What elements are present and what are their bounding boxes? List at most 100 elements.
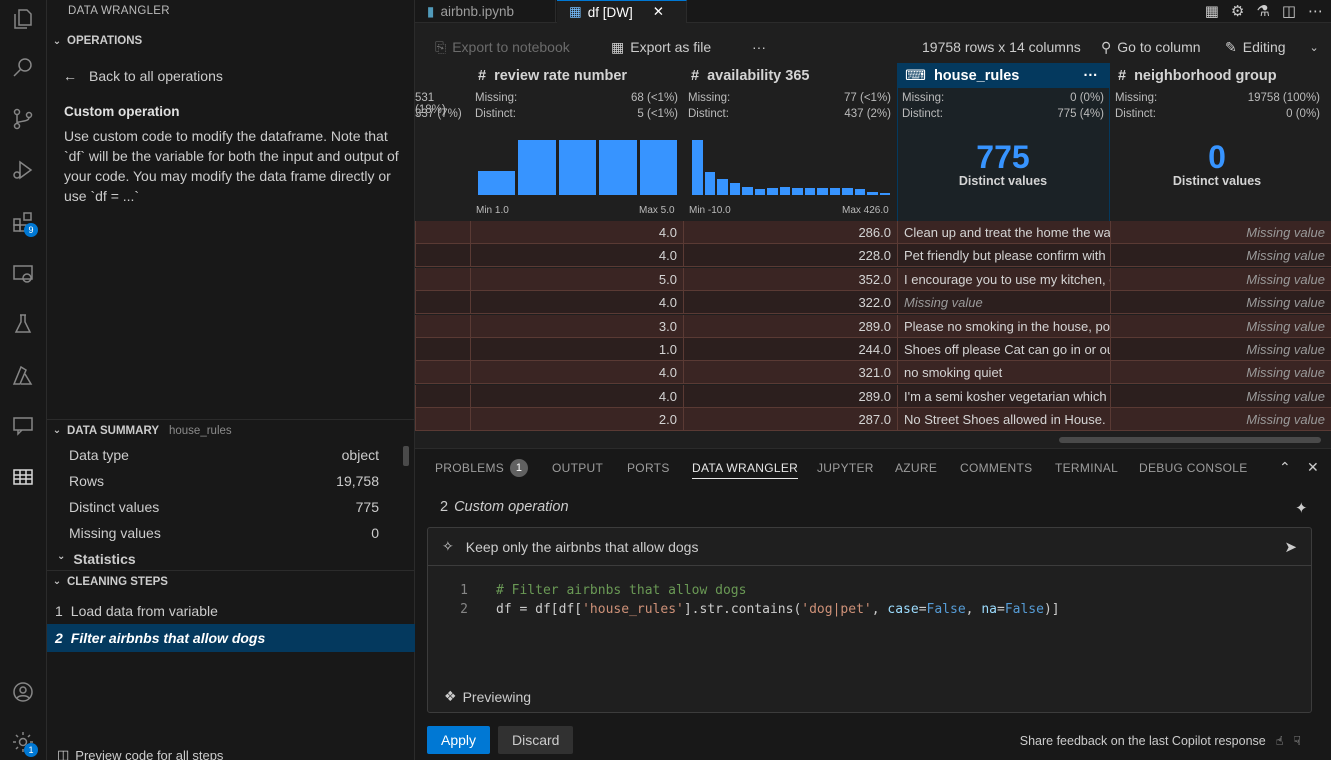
- cell-review-rate[interactable]: 4.0: [470, 221, 683, 244]
- panel-tab-debug-console[interactable]: DEBUG CONSOLE: [1139, 457, 1248, 479]
- histogram-review-rate-bar[interactable]: [599, 139, 637, 195]
- settings-gear-icon[interactable]: 1: [8, 727, 38, 757]
- cell-neighborhood-group[interactable]: Missing value: [1110, 267, 1331, 291]
- histogram-review-rate-bar[interactable]: [518, 139, 556, 195]
- panel-tab-problems[interactable]: PROBLEMS 1: [435, 457, 529, 479]
- histogram-availability-bar[interactable]: [829, 188, 840, 195]
- send-icon[interactable]: ➤: [1284, 538, 1297, 556]
- remote-explorer-icon[interactable]: [8, 259, 38, 289]
- cleaning-step-selected[interactable]: 2 Filter airbnbs that allow dogs: [47, 624, 415, 652]
- search-icon[interactable]: [8, 53, 38, 83]
- cell-house-rules[interactable]: I'm a semi kosher vegetarian which m: [897, 384, 1110, 408]
- cell-neighborhood-group[interactable]: Missing value: [1110, 221, 1331, 244]
- cell-neighborhood-group[interactable]: Missing value: [1110, 244, 1331, 268]
- code-line[interactable]: 2 df = df[df['house_rules'].str.contains(…: [428, 600, 1059, 619]
- export-to-notebook-button[interactable]: ⎘ Export to notebook: [435, 35, 570, 59]
- close-icon[interactable]: ✕: [1307, 459, 1319, 476]
- cell-neighborhood-group[interactable]: Missing value: [1110, 408, 1331, 432]
- cleaning-steps-section-header[interactable]: ⌄ CLEANING STEPS: [47, 570, 415, 592]
- cell-availability[interactable]: 228.0: [683, 244, 897, 268]
- cell-partial[interactable]: [415, 361, 470, 385]
- histogram-availability-bar[interactable]: [867, 191, 878, 195]
- cell-review-rate[interactable]: 4.0: [470, 361, 683, 385]
- panel-tab-azure[interactable]: AZURE: [895, 457, 937, 479]
- column-header-availability-365[interactable]: # availability 365: [683, 63, 897, 88]
- column-more-icon[interactable]: ···: [1084, 68, 1099, 84]
- table-row[interactable]: 5.0 352.0 I encourage you to use my kitche…: [415, 267, 1331, 291]
- cell-neighborhood-group[interactable]: Missing value: [1110, 361, 1331, 385]
- tab-data-wrangler[interactable]: ▦ df [DW] ✕: [557, 0, 687, 23]
- flask-icon[interactable]: ⚗: [1256, 2, 1269, 20]
- table-row[interactable]: 4.0 289.0 I'm a semi kosher vegetarian whi…: [415, 384, 1331, 408]
- thumbs-down-icon[interactable]: ☟: [1293, 733, 1301, 748]
- table-row[interactable]: 2.0 287.0 No Street Shoes allowed in House…: [415, 408, 1331, 432]
- cell-house-rules[interactable]: Missing value: [897, 291, 1110, 315]
- thumbs-up-icon[interactable]: ☝: [1276, 733, 1284, 748]
- go-to-column-button[interactable]: ⚲ Go to column: [1101, 35, 1201, 59]
- histogram-availability-bar[interactable]: [804, 188, 815, 195]
- histogram-availability-bar[interactable]: [742, 186, 753, 195]
- export-as-file-button[interactable]: ▦ Export as file: [611, 35, 711, 59]
- preview-all-steps-link[interactable]: ◫ Preview code for all steps: [57, 747, 223, 760]
- cell-house-rules[interactable]: Pet friendly but please confirm with m: [897, 244, 1110, 268]
- cell-neighborhood-group[interactable]: Missing value: [1110, 338, 1331, 361]
- back-to-operations-link[interactable]: ← Back to all operations: [63, 68, 223, 84]
- histogram-availability-bar[interactable]: [879, 192, 890, 195]
- cell-house-rules[interactable]: Clean up and treat the home the way: [897, 221, 1110, 244]
- column-header-house-rules[interactable]: ⌨ house_rules ···: [897, 63, 1110, 88]
- source-control-icon[interactable]: [8, 104, 38, 134]
- gear-icon[interactable]: ⚙: [1231, 2, 1244, 20]
- cell-neighborhood-group[interactable]: Missing value: [1110, 384, 1331, 408]
- account-icon[interactable]: [8, 677, 38, 707]
- copilot-prompt-text[interactable]: Keep only the airbnbs that allow dogs: [466, 539, 699, 555]
- table-row[interactable]: 4.0 321.0 no smoking quiet Missing value: [415, 361, 1331, 385]
- cell-partial[interactable]: [415, 384, 470, 408]
- histogram-availability-bar[interactable]: [842, 188, 853, 195]
- column-header-neighborhood-group[interactable]: # neighborhood group: [1110, 63, 1331, 88]
- cell-availability[interactable]: 289.0: [683, 384, 897, 408]
- data-summary-section-header[interactable]: ⌄ DATA SUMMARY house_rules: [47, 419, 415, 441]
- histogram-review-rate-bar[interactable]: [558, 139, 597, 195]
- panel-tab-output[interactable]: OUTPUT: [552, 457, 603, 479]
- more-actions-icon[interactable]: ⋯: [1308, 2, 1323, 20]
- statistics-toggle[interactable]: ⌄ Statistics: [57, 551, 136, 567]
- summary-scrollbar[interactable]: [403, 446, 409, 466]
- cell-partial[interactable]: [415, 291, 470, 315]
- panel-tab-ports[interactable]: PORTS: [627, 457, 670, 479]
- cell-partial[interactable]: [415, 267, 470, 291]
- cell-partial[interactable]: [415, 244, 470, 268]
- cell-availability[interactable]: 352.0: [683, 267, 897, 291]
- cell-house-rules[interactable]: No Street Shoes allowed in House. N: [897, 408, 1110, 432]
- cell-review-rate[interactable]: 1.0: [470, 338, 683, 361]
- code-line[interactable]: 1 # Filter airbnbs that allow dogs: [428, 581, 746, 600]
- extensions-icon[interactable]: 9: [8, 207, 38, 237]
- cell-availability[interactable]: 289.0: [683, 314, 897, 338]
- cell-availability[interactable]: 286.0: [683, 221, 897, 244]
- copilot-sparkle-icon[interactable]: ✦: [1295, 499, 1308, 517]
- explorer-icon[interactable]: [8, 4, 38, 34]
- histogram-availability-bar[interactable]: [729, 183, 740, 195]
- cell-partial[interactable]: [415, 338, 470, 361]
- horizontal-scrollbar[interactable]: [1059, 437, 1321, 443]
- histogram-review-rate-bar[interactable]: [639, 139, 677, 195]
- column-header-review-rate-number[interactable]: # review rate number: [470, 63, 683, 88]
- cell-review-rate[interactable]: 4.0: [470, 244, 683, 268]
- histogram-availability-bar[interactable]: [854, 189, 865, 195]
- cell-house-rules[interactable]: Please no smoking in the house, por: [897, 314, 1110, 338]
- cell-partial[interactable]: [415, 221, 470, 244]
- comments-icon[interactable]: [8, 411, 38, 441]
- testing-icon[interactable]: [8, 309, 38, 339]
- panel-tab-comments[interactable]: COMMENTS: [960, 457, 1032, 479]
- cell-house-rules[interactable]: Shoes off please Cat can go in or out: [897, 338, 1110, 361]
- histogram-availability-bar[interactable]: [767, 188, 778, 195]
- histogram-availability-bar[interactable]: [754, 189, 765, 195]
- table-row[interactable]: 1.0 244.0 Shoes off please Cat can go in o…: [415, 338, 1331, 361]
- operations-section-header[interactable]: ⌄ OPERATIONS: [47, 30, 415, 52]
- cell-review-rate[interactable]: 4.0: [470, 291, 683, 315]
- cell-availability[interactable]: 244.0: [683, 338, 897, 361]
- table-row[interactable]: 4.0 228.0 Pet friendly but please confirm …: [415, 244, 1331, 268]
- cell-review-rate[interactable]: 4.0: [470, 384, 683, 408]
- tab-notebook[interactable]: ▮ airbnb.ipynb: [415, 0, 556, 23]
- chevron-up-icon[interactable]: ⌃: [1279, 459, 1291, 476]
- close-icon[interactable]: ✕: [653, 4, 664, 20]
